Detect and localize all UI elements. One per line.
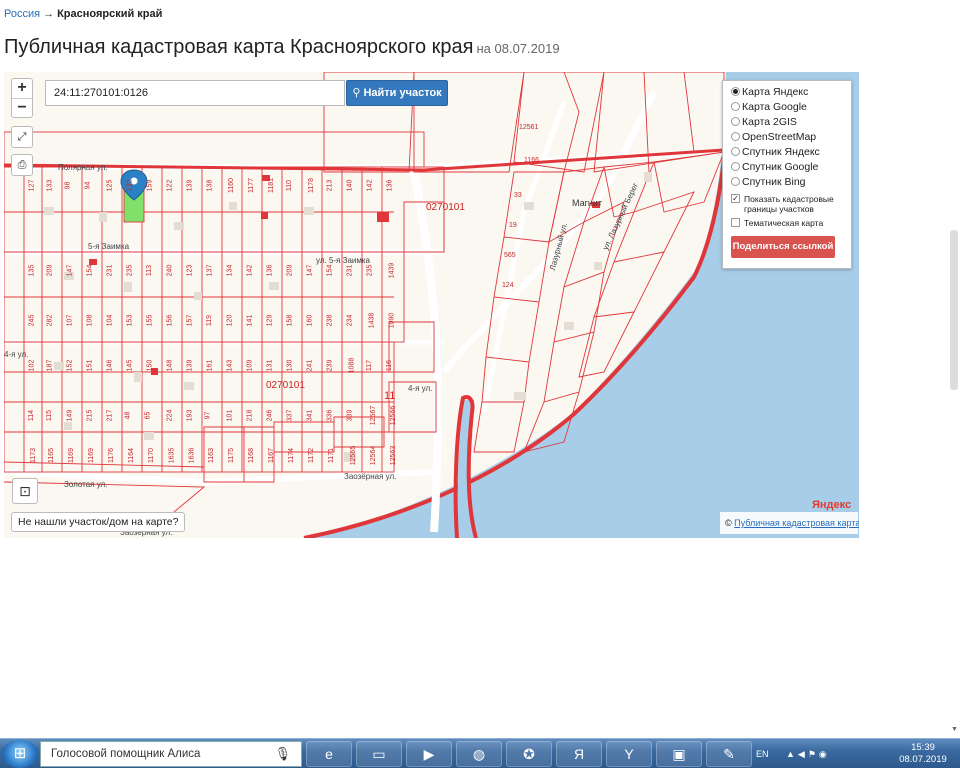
media-icon: ▶ [423, 746, 435, 762]
game-icon: ✪ [523, 746, 535, 762]
find-parcel-label: Найти участок [363, 87, 442, 99]
yandex-icon: Я [573, 746, 585, 762]
microphone-off-icon[interactable]: 🎙 [274, 742, 291, 766]
clock[interactable]: 15:39 08.07.2019 [897, 742, 949, 766]
yabrowser-icon: Y [624, 746, 634, 762]
layer-option-label: Карта 2GIS [742, 116, 797, 128]
tray-icons: ▲◀⚑◉ [786, 739, 830, 768]
clock-date: 08.07.2019 [899, 754, 947, 765]
alice-label: Голосовой помощник Алиса [51, 748, 201, 760]
print-button[interactable]: ⎙ [11, 154, 33, 176]
clock-time: 15:39 [911, 742, 935, 753]
taskbar-app-button[interactable]: e [306, 741, 352, 767]
radio-icon[interactable] [731, 102, 740, 111]
map-attribution: © Публичная кадастровая карта [720, 512, 859, 534]
layer-option[interactable]: Спутник Bing [731, 175, 851, 190]
layer-switcher: Карта Яндекс Карта Google Карта 2GIS OpenSt… [722, 80, 852, 269]
expand-icon: ⤢ [17, 131, 27, 143]
zoom-out-button[interactable]: − [12, 98, 32, 117]
yandex-logo: Яндекс [812, 499, 852, 511]
network-icon[interactable]: ▲ [786, 749, 798, 759]
layer-option[interactable]: Карта 2GIS [731, 115, 851, 130]
option-label: Показать кадастровые границы участков [744, 194, 834, 214]
cadastral-search-input[interactable] [45, 80, 345, 106]
breadcrumb-arrow: → [43, 8, 55, 20]
radio-icon[interactable] [731, 117, 740, 126]
layer-option[interactable]: Карта Google [731, 100, 851, 115]
volume-icon[interactable]: ◀ [798, 749, 808, 759]
breadcrumb-current: Красноярский край [57, 8, 163, 20]
find-parcel-button[interactable]: ⚲ Найти участок [346, 80, 448, 106]
attribution-link[interactable]: Публичная кадастровая карта [734, 518, 859, 528]
alice-voice-assistant[interactable]: Голосовой помощник Алиса 🎙 [40, 741, 302, 767]
taskbar-app-button[interactable]: Y [606, 741, 652, 767]
start-button[interactable]: ⊞ [2, 740, 38, 768]
windows-taskbar: ⊞ Голосовой помощник Алиса 🎙 e ▭ ▶ ◍ ✪ Я Y ▣ ✎ E… [0, 738, 960, 768]
breadcrumb-link-russia[interactable]: Россия [4, 8, 40, 20]
taskbar-app-button[interactable]: ◍ [456, 741, 502, 767]
layer-option-label: Спутник Google [742, 161, 819, 173]
printer-icon: ⎙ [17, 159, 27, 171]
windows-logo-icon: ⊞ [13, 745, 27, 762]
layer-option-label: Карта Яндекс [742, 86, 809, 98]
paint-icon: ✎ [723, 746, 735, 762]
option-thematic-map[interactable]: Тематическая карта [731, 218, 851, 228]
option-cadastral-borders[interactable]: ✓ Показать кадастровые границы участков [731, 194, 851, 214]
ie-icon: e [325, 746, 333, 762]
layer-list: Карта Яндекс Карта Google Карта 2GIS OpenSt… [731, 85, 851, 190]
cadastral-map[interactable]: 0270101 0270101 Полярная ул. 5-я Заимка … [4, 72, 859, 538]
layer-option-label: OpenStreetMap [742, 131, 817, 143]
not-found-link[interactable]: Не нашли участок/дом на карте? [11, 512, 186, 532]
radio-icon[interactable] [731, 147, 740, 156]
action-center-icon[interactable]: ⚑ [808, 749, 819, 759]
fullscreen-button[interactable]: ⤢ [11, 126, 33, 148]
legend-button[interactable]: ⊡ [12, 478, 38, 504]
radio-icon[interactable] [731, 162, 740, 171]
layer-option[interactable]: Карта Яндекс [731, 85, 851, 100]
firefox-icon: ◍ [472, 746, 486, 762]
wifi-icon[interactable]: ◉ [819, 749, 830, 759]
page-title: Публичная кадастровая карта Красноярског… [4, 36, 560, 59]
layer-option[interactable]: OpenStreetMap [731, 130, 851, 145]
language-indicator[interactable]: EN [756, 739, 769, 768]
page-date: на 08.07.2019 [476, 41, 560, 56]
radio-icon[interactable] [731, 132, 740, 141]
scroll-down-arrow-icon[interactable]: ▼ [951, 726, 958, 733]
layer-option[interactable]: Спутник Яндекс [731, 145, 851, 160]
taskbar-app-button[interactable]: ▭ [356, 741, 402, 767]
taskbar-app-button[interactable]: ▶ [406, 741, 452, 767]
taskbar-app-button[interactable]: ✎ [706, 741, 752, 767]
share-link-button[interactable]: Поделиться ссылкой [731, 236, 835, 258]
option-label: Тематическая карта [744, 218, 824, 228]
layer-option-label: Спутник Яндекс [742, 146, 820, 158]
taskbar-app-button[interactable]: Я [556, 741, 602, 767]
zoom-in-button[interactable]: + [12, 79, 32, 98]
folder-icon: ▭ [372, 746, 386, 762]
taskbar-app-button[interactable]: ▣ [656, 741, 702, 767]
buildings-red [89, 175, 600, 375]
checkbox-checked-icon[interactable]: ✓ [731, 194, 740, 203]
breadcrumb: Россия → Красноярский край [4, 8, 162, 20]
copyright-sign: © [725, 518, 732, 528]
page-title-text: Публичная кадастровая карта Красноярског… [4, 36, 474, 58]
layer-option[interactable]: Спутник Google [731, 160, 851, 175]
search-icon: ⚲ [352, 87, 361, 99]
window-icon: ▣ [672, 746, 686, 762]
legend-icon: ⊡ [19, 483, 31, 499]
layer-option-label: Спутник Bing [742, 176, 806, 188]
scrollbar-thumb[interactable] [950, 230, 958, 390]
layer-option-label: Карта Google [742, 101, 807, 113]
taskbar-app-button[interactable]: ✪ [506, 741, 552, 767]
page: Россия → Красноярский край Публичная кадас… [0, 0, 960, 768]
radio-selected-icon[interactable] [731, 87, 740, 96]
radio-icon[interactable] [731, 177, 740, 186]
checkbox-icon[interactable] [731, 218, 740, 227]
zoom-control: + − [11, 78, 33, 118]
